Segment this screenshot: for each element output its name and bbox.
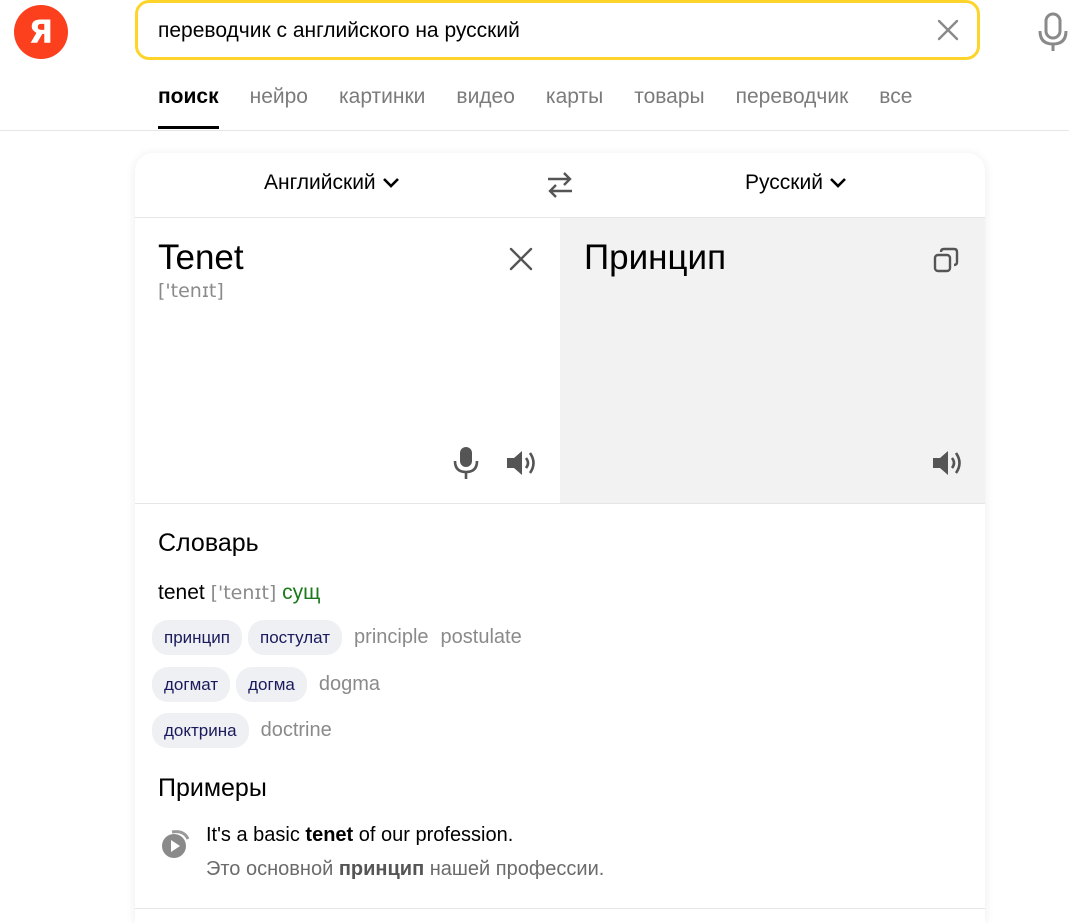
target-pane: Принцип [560, 218, 985, 503]
source-pane[interactable]: Tenet ['tenɪt] [135, 218, 560, 503]
english-synonym: principle [354, 626, 429, 648]
translation-text: Принцип [584, 238, 727, 277]
translation-chip[interactable]: принцип [152, 620, 242, 655]
search-input[interactable]: переводчик с английского на русский [158, 19, 520, 43]
tab-translator[interactable]: переводчик [736, 84, 849, 130]
tab-images[interactable]: картинки [339, 84, 425, 130]
chevron-down-icon [830, 178, 846, 188]
card-bottom-divider [135, 908, 985, 909]
translator-card: Английский Русский Tenet ['tenɪt] Принци… [135, 153, 985, 923]
swap-languages-icon[interactable] [545, 170, 575, 200]
speaker-icon[interactable] [931, 448, 965, 478]
target-language-label: Русский [745, 171, 823, 194]
entry-word: tenet [158, 581, 205, 604]
pane-divider [135, 503, 985, 504]
tab-products[interactable]: товары [634, 84, 704, 130]
tab-all[interactable]: все [879, 84, 912, 130]
search-box[interactable]: переводчик с английского на русский [135, 0, 980, 60]
clear-icon[interactable] [508, 246, 534, 272]
source-language-select[interactable]: Английский [264, 171, 400, 195]
voice-search-icon[interactable] [1036, 12, 1069, 52]
meaning-row: принцип постулат principle postulate [152, 620, 528, 655]
example-russian: Это основной принцип нашей профессии. [206, 858, 605, 880]
header-divider [0, 130, 1069, 131]
english-synonym: dogma [318, 673, 381, 695]
language-bar: Английский Русский [135, 153, 985, 218]
example-highlight: принцип [338, 858, 425, 880]
copy-icon[interactable] [932, 246, 960, 274]
tab-neuro[interactable]: нейро [250, 84, 308, 130]
meaning-row: догмат догма dogma [152, 667, 386, 702]
yandex-logo[interactable]: Я [14, 5, 68, 59]
microphone-icon[interactable] [453, 446, 479, 480]
example-english: It's a basic tenet of our profession. [206, 824, 514, 846]
dictionary-entry: tenet ['tenɪt] сущ [158, 581, 320, 605]
english-synonym: doctrine [260, 719, 332, 741]
english-synonym: postulate [440, 626, 522, 648]
translation-chip[interactable]: доктрина [152, 713, 249, 748]
source-text[interactable]: Tenet [158, 238, 244, 278]
source-language-label: Английский [264, 171, 376, 194]
source-transcription: ['tenɪt] [158, 280, 224, 302]
dictionary-title: Словарь [158, 529, 259, 557]
tab-search[interactable]: поиск [158, 84, 219, 130]
clear-search-icon[interactable] [935, 17, 961, 43]
translation-chip[interactable]: догмат [152, 667, 231, 702]
example-highlight: tenet [305, 824, 354, 846]
entry-transcription: ['tenɪt] [210, 582, 277, 604]
search-tabs: поиск нейро картинки видео карты товары … [158, 84, 943, 130]
play-icon[interactable] [160, 829, 192, 859]
entry-part-of-speech: сущ [282, 581, 321, 604]
meaning-row: доктрина doctrine [152, 713, 338, 748]
chevron-down-icon [382, 178, 399, 188]
examples-title: Примеры [158, 774, 267, 802]
translation-chip[interactable]: догма [236, 667, 307, 702]
tab-maps[interactable]: карты [546, 84, 603, 130]
translation-chip[interactable]: постулат [247, 620, 343, 655]
speaker-icon[interactable] [505, 448, 539, 478]
tab-video[interactable]: видео [456, 84, 515, 130]
target-language-select[interactable]: Русский [745, 171, 847, 195]
